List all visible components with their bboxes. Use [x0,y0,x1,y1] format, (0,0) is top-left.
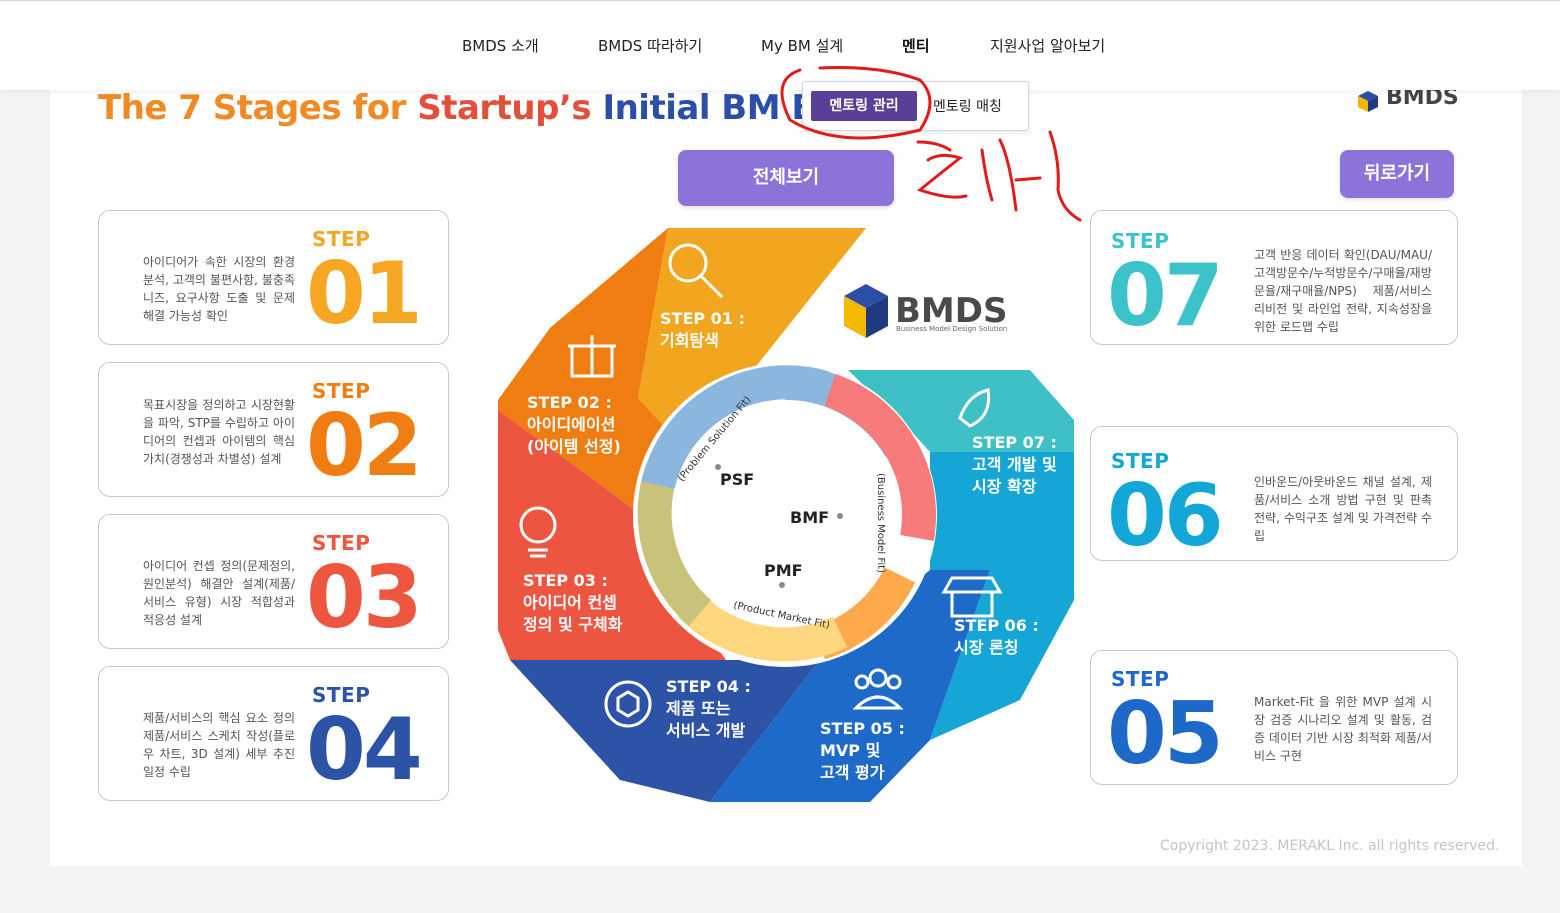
menu-item-mentoring-management[interactable]: 멘토링 관리 [811,91,917,121]
corner-logo-text: BMDS [1386,88,1459,110]
step-05-description: Market-Fit 을 위한 MVP 설계 시장 검증 시나리오 설계 및 활… [1254,695,1432,763]
step-02-number: 02 [306,396,423,496]
step-01-number: 01 [306,244,423,344]
step-card-04: 제품/서비스의 핵심 요소 정의 제품/서비스 스케치 작성(플로우 차트, 3… [98,666,449,801]
step-card-07: STEP 07 고객 반응 데이터 확인(DAU/MAU/고객방문수/누적방문수… [1090,210,1458,345]
page-title: The 7 Stages for Startup’s Initial BM Bu… [98,88,863,128]
step-04-number: 04 [306,700,423,800]
step-03-description: 아이디어 컨셉 정의(문제정의,원인분석) 해결안 설계(제품/서비스 유형) … [143,559,295,627]
step-card-03: 아이디어 컨셉 정의(문제정의,원인분석) 해결안 설계(제품/서비스 유형) … [98,514,449,649]
stage-07-sub: 시장 확장 [972,477,1037,496]
copyright-text: Copyright 2023. MERAKL Inc. all rights r… [1160,838,1500,854]
step-card-05: STEP 05 Market-Fit 을 위한 MVP 설계 시장 검증 시나리… [1090,650,1458,785]
stage-04-name: 제품 또는 [666,699,731,718]
stage-07-title: STEP 07 : [972,433,1057,452]
bmds-diagram-logo: BMDS Business Model Design Solution [844,284,1007,338]
stage-04-sub: 서비스 개발 [666,721,745,740]
step-06-number: 06 [1107,466,1224,566]
title-part-2: Startup’s [417,88,603,128]
psf-label: PSF [720,470,754,489]
stage-06-name: 시장 론칭 [954,638,1018,657]
step-07-number: 07 [1107,246,1224,346]
stage-05-sub: 고객 평가 [820,763,885,782]
stage-02-name: 아이디에이션 [527,415,615,434]
stage-03-name: 아이디어 컨셉 [523,593,617,612]
step-card-06: STEP 06 인바운드/아웃바운드 채널 설계, 제품/서비스 소개 방법 구… [1090,426,1458,561]
title-part-1: The 7 Stages for [98,88,418,128]
stage-01-title: STEP 01 : [660,309,745,328]
step-03-number: 03 [306,548,423,648]
back-button[interactable]: 뒤로가기 [1340,150,1454,198]
stage-03-title: STEP 03 : [523,571,608,590]
mentee-dropdown-menu: 멘토링 관리 멘토링 매칭 [802,81,1029,131]
stage-04-title: STEP 04 : [666,677,751,696]
step-04-description: 제품/서비스의 핵심 요소 정의 제품/서비스 스케치 작성(플로우 차트, 3… [143,711,295,779]
bmf-label: BMF [790,508,829,527]
step-07-description: 고객 반응 데이터 확인(DAU/MAU/고객방문수/누적방문수/구매율/재방문… [1254,248,1432,334]
nav-mentee[interactable]: 멘티 [902,35,930,56]
nav-bmds-intro[interactable]: BMDS 소개 [462,35,539,56]
nav-support-programs[interactable]: 지원사업 알아보기 [990,35,1105,56]
menu-item-mentoring-matching[interactable]: 멘토링 매칭 [933,96,1002,116]
pmf-label: PMF [764,561,803,580]
stage-02-sub: (아이템 선정) [527,437,621,456]
step-card-01: 아이디어가 속한 시장의 환경분석, 고객의 불편사항, 불충족 니즈, 요구사… [98,210,449,345]
diagram-logo-subtitle: Business Model Design Solution [896,325,1007,333]
nav-my-bm-design[interactable]: My BM 설계 [761,35,843,56]
view-all-button[interactable]: 전체보기 [678,150,894,206]
stage-05-title: STEP 05 : [820,719,905,738]
step-05-number: 05 [1107,684,1224,784]
stage-02-title: STEP 02 : [527,393,612,412]
stage-07-name: 고객 개발 및 [972,455,1057,474]
bmf-full-label: (Business Model Fit) [875,473,886,573]
nav-bmds-follow[interactable]: BMDS 따라하기 [598,35,702,56]
step-06-description: 인바운드/아웃바운드 채널 설계, 제품/서비스 소개 방법 구현 및 판촉 전… [1254,475,1432,543]
bmds-corner-logo: BMDS [1358,88,1459,112]
top-navigation: BMDS 소개 BMDS 따라하기 My BM 설계 멘티 지원사업 알아보기 [0,0,1560,90]
stage-01-name: 기회탐색 [660,331,719,350]
stage-03-sub: 정의 및 구체화 [523,615,623,634]
step-02-description: 목표시장을 정의하고 시장현황을 파악, STP를 수립하고 아이디어의 컨셉과… [143,398,295,466]
step-card-02: 목표시장을 정의하고 시장현황을 파악, STP를 수립하고 아이디어의 컨셉과… [98,362,449,497]
step-01-description: 아이디어가 속한 시장의 환경분석, 고객의 불편사항, 불충족 니즈, 요구사… [143,255,295,323]
stage-05-name: MVP 및 [820,741,880,760]
stage-06-title: STEP 06 : [954,616,1039,635]
seven-stages-diagram: PSF BMF PMF (Problem Solution Fit) (Busi… [490,220,1090,810]
